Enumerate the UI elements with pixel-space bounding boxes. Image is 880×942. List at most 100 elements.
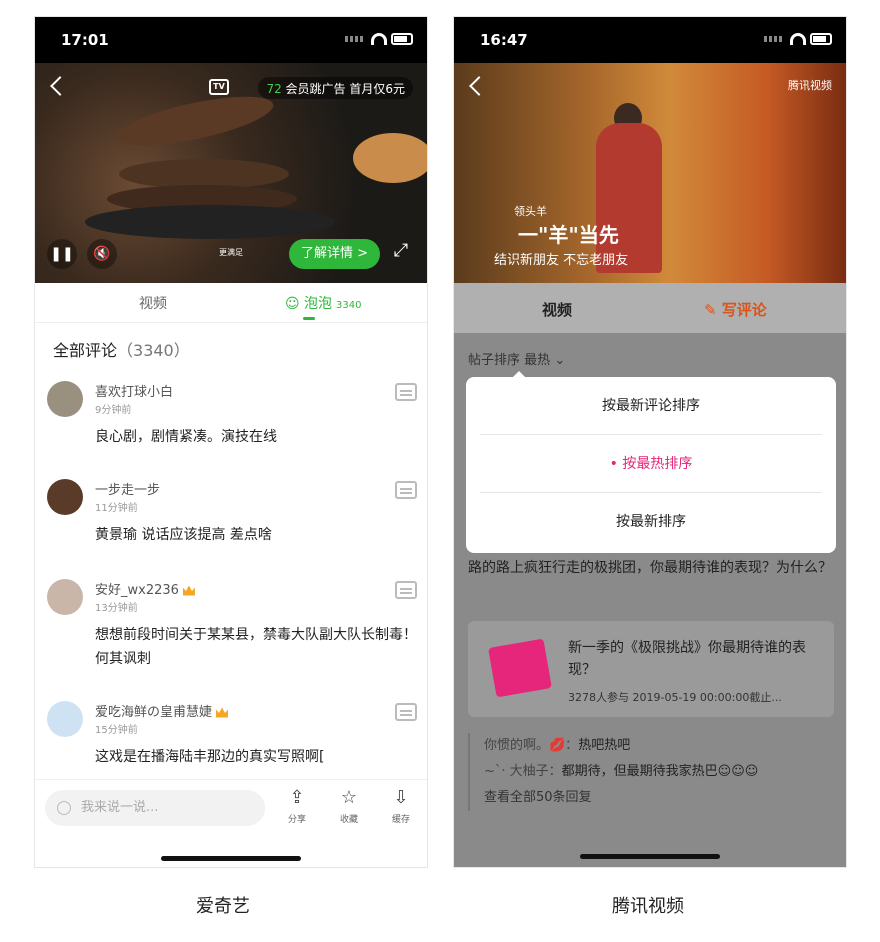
reply-icon[interactable] [395, 481, 417, 499]
caption-tencent: 腾讯视频 [612, 896, 684, 917]
video-subtitle: 结识新朋友 不忘老朋友 [494, 253, 629, 268]
share-button[interactable]: ⇪ 分享 [277, 788, 317, 826]
comment-text: 良心剧，剧情紧凑。演技在线 [95, 429, 277, 445]
tab-video[interactable]: 视频 [139, 293, 167, 313]
sort-option-newest[interactable]: 按最新排序 [480, 493, 822, 551]
caption-iqiyi: 爱奇艺 [196, 896, 250, 917]
crown-icon [182, 585, 195, 596]
crown-icon [216, 707, 229, 718]
sort-option-newest-comment[interactable]: 按最新评论排序 [480, 377, 822, 435]
video-title-big: 一"羊"当先 [518, 223, 619, 247]
status-bar: 16:47 [454, 17, 846, 63]
avatar[interactable] [47, 701, 83, 737]
avatar[interactable] [47, 381, 83, 417]
fullscreen-icon[interactable]: ⤢ [391, 241, 411, 261]
star-icon: ☆ [340, 787, 358, 808]
pause-icon[interactable]: ❚❚ [47, 239, 77, 269]
signal-icon [345, 36, 363, 42]
comment-author[interactable]: 安好_wx2236 [95, 579, 195, 598]
comment-author[interactable]: 一步走一步 [95, 479, 160, 498]
favorite-label: 收藏 [339, 815, 358, 825]
active-tab-indicator [303, 317, 315, 320]
content-tabs: 视频 ☺ 泡泡 3340 [35, 283, 427, 323]
write-comment-button[interactable]: ✎ 写评论 [704, 299, 767, 320]
pencil-icon: ✎ [704, 301, 722, 319]
ad-countdown: 72 [266, 82, 282, 96]
comment-text: 黄景瑜 说话应该提高 差点啥 [95, 527, 272, 543]
home-indicator [161, 856, 301, 861]
replies: 你惯的啊。💋：热吧热吧 ~`· 大柚子：都期待，但最期待我家热巴☺☺☺ 查看全部… [468, 733, 834, 811]
tab-bubble-label: 泡泡 [304, 296, 333, 312]
reply-icon[interactable] [395, 703, 417, 721]
reply-icon[interactable] [395, 581, 417, 599]
tencent-logo: 腾讯视频 [788, 79, 832, 92]
bottom-bar: 我来说一说... ⇪ 分享 ☆ 收藏 ⇩ 缓存 [35, 779, 427, 867]
see-all-replies-link[interactable]: 查看全部50条回复 [484, 785, 834, 811]
tab-video[interactable]: 视频 [542, 299, 572, 320]
ad-text: 会员跳广告 首月仅6元 [285, 82, 405, 96]
battery-icon [810, 33, 832, 45]
comments-header: 全部评论（3340） [53, 337, 190, 361]
avatar[interactable] [47, 479, 83, 515]
tab-bubble-count: 3340 [336, 300, 362, 311]
comment-text: 想想前段时间关于某某县，禁毒大队副大队长制毒！何其讽刺 [95, 627, 417, 667]
comment-author[interactable]: 爱吃海鲜の皇甫慧婕 [95, 701, 229, 720]
status-bar: 17:01 [35, 17, 427, 63]
sort-selector[interactable]: 帖子排序 最热 ⌄ [468, 349, 565, 368]
video-player[interactable]: TV 72 会员跳广告 首月仅6元 ❚❚ 🔇 更满足 了解详情 > ⤢ [35, 63, 427, 283]
reply-item: ~`· 大柚子：都期待，但最期待我家热巴☺☺☺ [484, 759, 834, 785]
mute-icon[interactable]: 🔇 [87, 239, 117, 269]
video-player[interactable]: 腾讯视频 领头羊 一"羊"当先 结识新朋友 不忘老朋友 [454, 63, 846, 283]
comment-input-placeholder: 我来说一说... [81, 800, 159, 815]
download-icon: ⇩ [393, 787, 409, 808]
video-small-text: 更满足 [219, 248, 243, 257]
download-button[interactable]: ⇩ 缓存 [381, 787, 421, 826]
write-comment-label: 写评论 [721, 301, 767, 319]
reply-item: 你惯的啊。💋：热吧热吧 [484, 733, 834, 759]
reply-author[interactable]: ~`· 大柚子： [484, 764, 562, 779]
skip-ad-pill[interactable]: 72 会员跳广告 首月仅6元 [258, 77, 413, 99]
reply-text: 热吧热吧 [578, 738, 631, 753]
tv-cast-icon[interactable]: TV [209, 79, 229, 95]
poll-meta: 3278人参与 2019-05-19 00:00:00截止... [568, 691, 782, 704]
poll-card[interactable]: 新一季的《极限挑战》你最期待谁的表现？ 3278人参与 2019-05-19 0… [468, 621, 834, 717]
emoji-icon[interactable] [57, 801, 71, 815]
wifi-icon [371, 33, 387, 45]
comment-item: 一步走一步 11分钟前 黄景瑜 说话应该提高 差点啥 [47, 479, 417, 569]
comment-text: 这戏是在播海陆丰那边的真实写照啊[ [95, 749, 325, 765]
wifi-icon [790, 33, 806, 45]
back-icon[interactable] [469, 76, 489, 96]
comment-time: 11分钟前 [95, 503, 138, 514]
sort-option-hottest[interactable]: • 按最热排序 [480, 435, 822, 493]
sort-dropdown: 按最新评论排序 • 按最热排序 按最新排序 [466, 377, 836, 553]
favorite-button[interactable]: ☆ 收藏 [329, 787, 369, 826]
status-time: 17:01 [61, 31, 109, 49]
home-indicator [580, 854, 720, 859]
back-icon[interactable] [50, 76, 70, 96]
download-label: 缓存 [391, 815, 410, 825]
learn-more-button[interactable]: 了解详情 > [289, 239, 381, 269]
post-text: 路的路上疯狂行走的极挑团，你最期待谁的表现？为什么？ [468, 560, 832, 576]
comment-time: 15分钟前 [95, 725, 138, 736]
reply-text: 都期待，但最期待我家热巴☺☺☺ [561, 764, 759, 779]
comment-author[interactable]: 喜欢打球小白 [95, 381, 173, 400]
tab-bubble[interactable]: ☺ 泡泡 3340 [285, 293, 362, 313]
comment-item: 喜欢打球小白 9分钟前 良心剧，剧情紧凑。演技在线 [47, 381, 417, 471]
comment-time: 13分钟前 [95, 603, 138, 614]
reply-author[interactable]: 你惯的啊。💋： [484, 738, 578, 753]
comments-count: （3340） [117, 341, 190, 360]
sort-value: 最热 [524, 353, 551, 368]
comment-author-name: 安好_wx2236 [95, 583, 179, 598]
reply-icon[interactable] [395, 383, 417, 401]
burger-patty-image [113, 86, 277, 156]
battery-icon [391, 33, 413, 45]
ticket-icon [488, 638, 552, 698]
comment-input[interactable]: 我来说一说... [45, 790, 265, 826]
signal-icon [764, 36, 782, 42]
content-tabs: 视频 ✎ 写评论 [454, 283, 846, 333]
avatar[interactable] [47, 579, 83, 615]
comment-time: 9分钟前 [95, 405, 132, 416]
comment-author-name: 爱吃海鲜の皇甫慧婕 [95, 705, 213, 720]
slate-board-image [85, 205, 335, 239]
sort-label: 帖子排序 [468, 353, 521, 368]
